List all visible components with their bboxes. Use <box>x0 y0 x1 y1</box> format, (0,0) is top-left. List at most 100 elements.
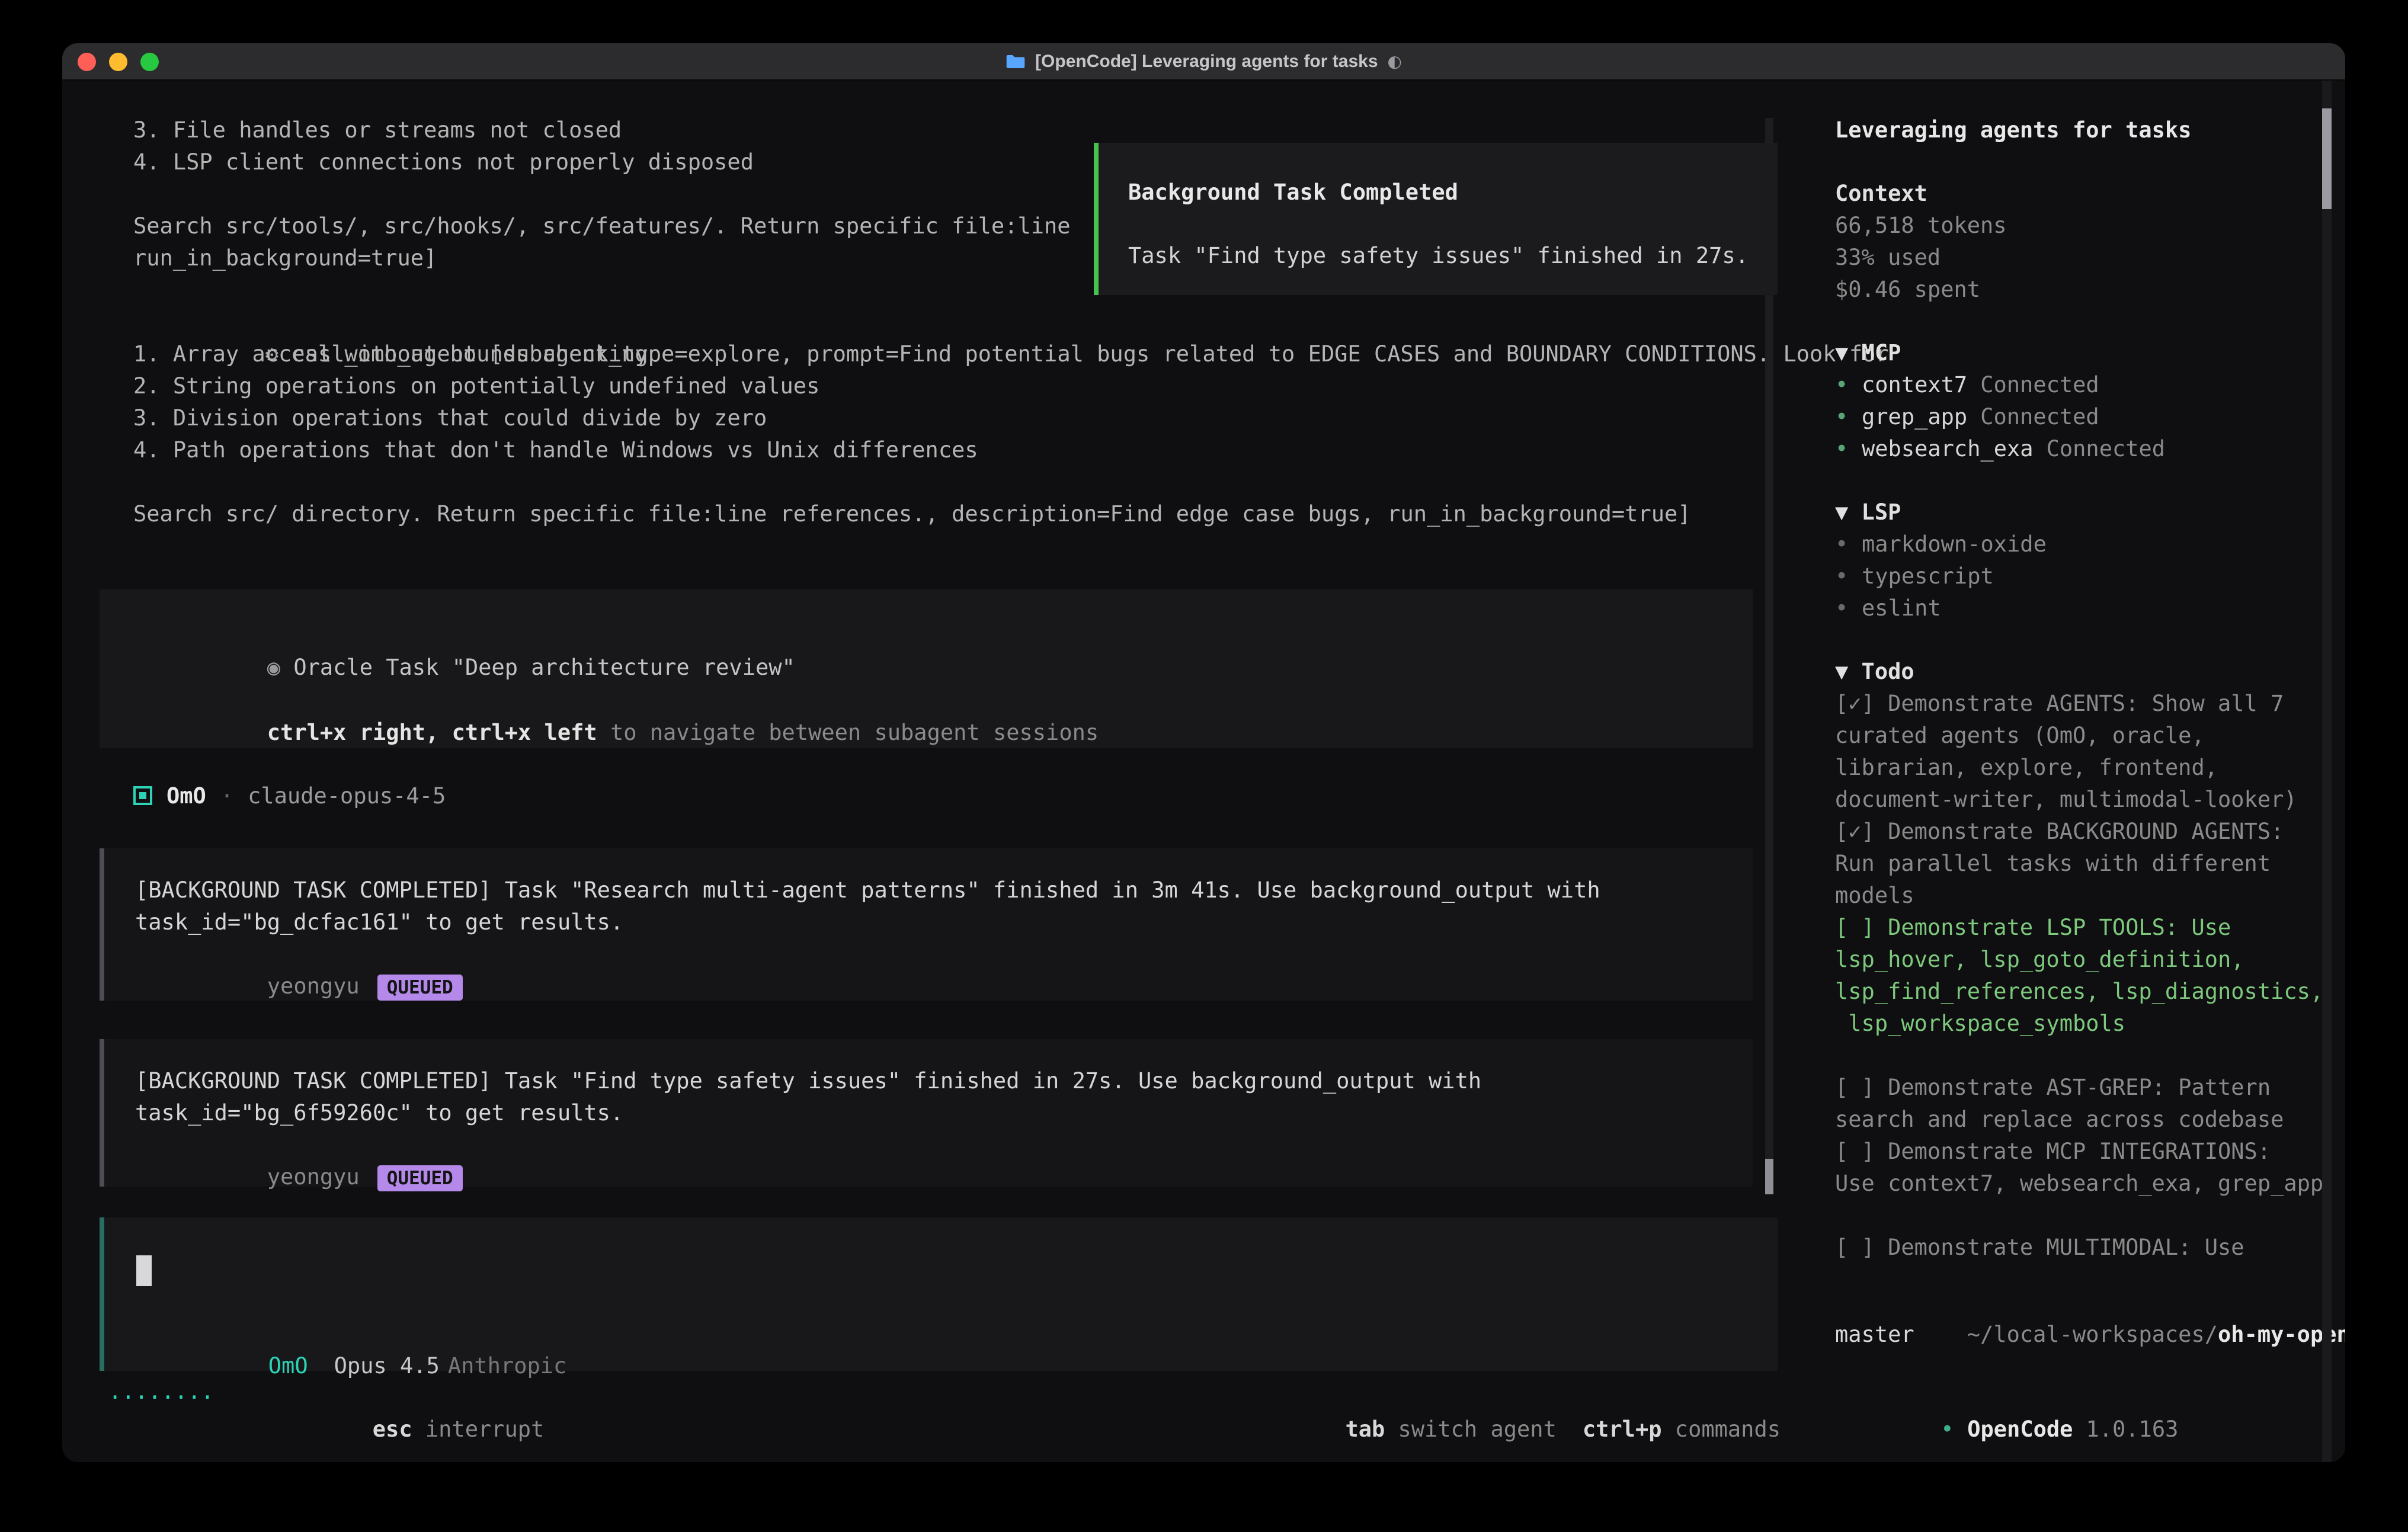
toast-notification: Background Task Completed Task "Find typ… <box>1094 143 1778 295</box>
session-progress-icon: ◐ <box>1388 52 1402 71</box>
folder-icon <box>1006 53 1026 70</box>
ctrl-p-key: ctrl+p <box>1583 1416 1662 1442</box>
oracle-task-banner: ◉ Oracle Task "Deep architecture review"… <box>100 589 1753 748</box>
close-button[interactable] <box>78 53 96 71</box>
window-titlebar[interactable]: [OpenCode] Leveraging agents for tasks ◐ <box>62 43 2345 81</box>
context-spent: $0.46 spent <box>1835 274 2345 306</box>
todo-item: [✓] Demonstrate BACKGROUND AGENTS:Run pa… <box>1835 816 2345 912</box>
status-badge: QUEUED <box>377 1165 463 1191</box>
active-agent-label: OmO <box>268 1353 308 1379</box>
traffic-lights <box>78 53 159 71</box>
separator-dot: · <box>220 783 233 809</box>
session-title: Leveraging agents for tasks <box>1835 114 2345 146</box>
lsp-item: •markdown-oxide <box>1835 528 2345 560</box>
message-text: [BACKGROUND TASK COMPLETED] Task "Resear… <box>135 874 1753 938</box>
mcp-name: context7 <box>1862 372 1967 398</box>
active-model-label: Opus 4.5 <box>334 1353 440 1379</box>
bullet-icon: • <box>1941 1414 1967 1446</box>
sidebar-scrollbar[interactable] <box>2322 81 2332 1462</box>
chat-main-area: 3. File handles or streams not closed4. … <box>62 81 1812 1462</box>
mcp-item: •websearch_exa Connected <box>1835 433 2345 465</box>
bullet-icon: • <box>1835 528 1862 560</box>
todo-item: [ ] Demonstrate MULTIMODAL: Use <box>1835 1232 2345 1264</box>
status-badge: QUEUED <box>377 975 463 1001</box>
message-text: [BACKGROUND TASK COMPLETED] Task "Find t… <box>135 1065 1753 1129</box>
tab-label: switch agent <box>1385 1416 1557 1442</box>
workspace-dir: ~/local-workspaces/ <box>1967 1322 2218 1347</box>
oracle-task-title-text: Oracle Task "Deep architecture review" <box>280 655 795 680</box>
sidebar-scrollbar-thumb[interactable] <box>2322 108 2332 209</box>
todo-list: [✓] Demonstrate AGENTS: Show all 7curate… <box>1835 688 2345 1264</box>
mcp-item: •context7 Connected <box>1835 369 2345 401</box>
mcp-name: websearch_exa <box>1862 436 2034 461</box>
message-background-task-2: [BACKGROUND TASK COMPLETED] Task "Find t… <box>100 1039 1753 1187</box>
hint-keys: ctrl+x right, ctrl+x left <box>267 720 597 745</box>
esc-hint: esc interrupt <box>241 1382 544 1462</box>
bullet-icon: • <box>1835 369 1862 401</box>
agent-name: OmO <box>166 783 206 809</box>
lsp-name: markdown-oxide <box>1862 531 2047 557</box>
todo-item: [ ] Demonstrate AST-GREP: Patternsearch … <box>1835 1072 2345 1136</box>
message-author: yeongyu <box>267 973 360 999</box>
esc-label: interrupt <box>412 1416 545 1442</box>
app-version: 1.0.163 <box>2086 1416 2178 1442</box>
ctrl-p-label: commands <box>1662 1416 1781 1442</box>
zoom-button[interactable] <box>140 53 159 71</box>
bullet-icon: • <box>1835 560 1862 592</box>
spinner-icon: ········ <box>108 1382 214 1414</box>
todo-item: [ ] Demonstrate MCP INTEGRATIONS:Use con… <box>1835 1136 2345 1200</box>
record-icon: ◉ <box>267 655 280 680</box>
prompt-input[interactable]: OmOOpus 4.5Anthropic <box>100 1217 1778 1371</box>
agent-icon <box>133 786 152 805</box>
subagent-nav-hint: ctrl+x right, ctrl+x left to navigate be… <box>135 685 1753 717</box>
session-sidebar: Leveraging agents for tasks Context 66,5… <box>1812 81 2345 1462</box>
esc-key: esc <box>373 1416 412 1442</box>
model-line: OmOOpus 4.5Anthropic <box>136 1318 566 1350</box>
mcp-section-heading[interactable]: ▼ MCP <box>1835 337 2345 369</box>
bullet-icon: • <box>1835 401 1862 433</box>
lsp-section-heading[interactable]: ▼ LSP <box>1835 496 2345 528</box>
mcp-status: Connected <box>1980 372 2099 398</box>
window-title-group: [OpenCode] Leveraging agents for tasks ◐ <box>1006 52 1402 72</box>
message-background-task-1: [BACKGROUND TASK COMPLETED] Task "Resear… <box>100 848 1753 1001</box>
todo-item: [✓] Demonstrate AGENTS: Show all 7curate… <box>1835 688 2345 816</box>
oracle-task-title: ◉ Oracle Task "Deep architecture review" <box>135 620 1753 652</box>
tool-call-line: ⚙ call_omo_agent [subagent_type=explore,… <box>133 306 1792 338</box>
context-used: 33% used <box>1835 242 2345 274</box>
todo-section-heading[interactable]: ▼ Todo <box>1835 656 2345 688</box>
lsp-name: typescript <box>1862 563 1994 589</box>
toast-title: Background Task Completed <box>1128 177 1766 209</box>
mcp-item: •grep_app Connected <box>1835 401 2345 433</box>
text-cursor <box>136 1255 152 1286</box>
minimize-button[interactable] <box>109 53 127 71</box>
bullet-icon: • <box>1835 592 1862 624</box>
lsp-name: eslint <box>1862 595 1941 621</box>
toast-body: Task "Find type safety issues" finished … <box>1128 240 1766 272</box>
workspace-line: ~/local-workspaces/oh-my-opencode: <box>1835 1287 2345 1319</box>
tab-key: tab <box>1345 1416 1385 1442</box>
message-meta: yeongyuQUEUED <box>135 1129 1753 1161</box>
window-title: [OpenCode] Leveraging agents for tasks <box>1035 52 1378 72</box>
workspace-path: ~/local-workspaces/oh-my-opencode: maste… <box>1835 1287 2345 1351</box>
lsp-item: •eslint <box>1835 592 2345 624</box>
chat-scrollbar-thumb[interactable] <box>1765 1159 1773 1194</box>
todo-item: [ ] Demonstrate LSP TOOLS: Uselsp_hover,… <box>1835 912 2345 1040</box>
mcp-status: Connected <box>2047 436 2165 461</box>
mcp-name: grep_app <box>1862 404 1967 430</box>
message-meta: yeongyuQUEUED <box>135 938 1753 970</box>
window-body: 3. File handles or streams not closed4. … <box>62 81 2345 1462</box>
app-name: OpenCode <box>1967 1416 2073 1442</box>
provider-label: Anthropic <box>448 1353 566 1379</box>
app-version-footer: •OpenCode1.0.163 <box>1835 1382 2178 1414</box>
agent-model: claude-opus-4-5 <box>248 783 446 809</box>
mcp-status: Connected <box>1980 404 2099 430</box>
status-bar: ········ esc interrupt tab switch agentc… <box>62 1382 1812 1414</box>
terminal-window: [OpenCode] Leveraging agents for tasks ◐… <box>62 43 2345 1462</box>
lsp-item: •typescript <box>1835 560 2345 592</box>
hint-text: to navigate between subagent sessions <box>597 720 1099 745</box>
keyboard-hints: tab switch agent ctrl+p commands <box>1213 1382 1781 1462</box>
context-heading: Context <box>1835 178 2345 210</box>
message-author: yeongyu <box>267 1164 360 1190</box>
bullet-icon: • <box>1835 433 1862 465</box>
context-tokens: 66,518 tokens <box>1835 210 2345 242</box>
